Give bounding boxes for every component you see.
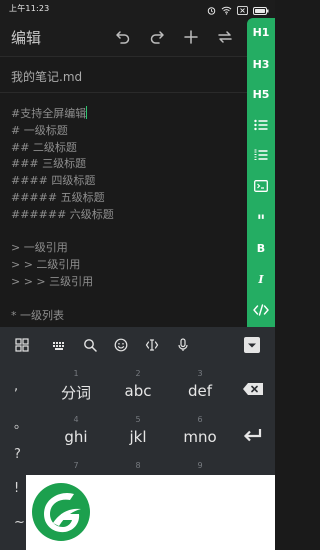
- key-question[interactable]: ?: [14, 447, 21, 462]
- italic-button[interactable]: I: [247, 267, 275, 291]
- quote-icon: ": [256, 210, 266, 230]
- chevron-down-icon: [248, 343, 256, 348]
- editor-line[interactable]: * 一级列表: [11, 308, 243, 325]
- hide-keyboard-button[interactable]: [244, 337, 260, 353]
- key-period[interactable]: 。: [14, 413, 27, 432]
- keyboard-toolbar: [0, 327, 275, 363]
- key-number: 1: [73, 369, 79, 378]
- undo-icon[interactable]: [114, 28, 132, 46]
- key-number: 4: [73, 415, 79, 424]
- terminal-icon: [254, 177, 268, 196]
- app-bar: 编辑: [0, 18, 247, 56]
- editor-line[interactable]: > > 二级引用: [11, 257, 243, 274]
- heading-3-label: H3: [252, 57, 270, 71]
- key-number: 9: [197, 461, 203, 470]
- editor-blank-line[interactable]: [11, 291, 243, 308]
- enter-icon: [243, 429, 262, 442]
- bold-button[interactable]: B: [247, 236, 275, 260]
- add-icon[interactable]: [182, 28, 200, 46]
- status-time: 上午11:23: [9, 4, 50, 13]
- grid-menu-icon[interactable]: [15, 337, 31, 353]
- key-tilde[interactable]: ~: [14, 515, 25, 530]
- unordered-list-button[interactable]: [247, 113, 275, 137]
- heading-5-label: H5: [252, 87, 270, 101]
- heading-5-button[interactable]: H5: [247, 82, 275, 106]
- enter-key[interactable]: [243, 427, 263, 447]
- key-number: 7: [73, 461, 79, 470]
- editor-line-text: #支持全屏编辑: [11, 107, 87, 120]
- key-number: 3: [197, 369, 203, 378]
- code-block-button[interactable]: [247, 174, 275, 198]
- editor-line[interactable]: #### 四级标题: [11, 173, 243, 190]
- heading-1-label: H1: [252, 25, 270, 39]
- keyboard-layout-icon[interactable]: [52, 337, 68, 353]
- ordered-list-button[interactable]: [247, 143, 275, 167]
- document-filename[interactable]: 我的笔记.md: [11, 68, 82, 85]
- cursor-move-icon[interactable]: [145, 337, 161, 353]
- divider: [0, 92, 247, 93]
- key-comma[interactable]: ,: [14, 379, 18, 394]
- markdown-editor[interactable]: #支持全屏编辑 # 一级标题 ## 二级标题 ### 三级标题 #### 四级标…: [11, 106, 243, 324]
- bold-label: B: [256, 241, 266, 255]
- status-bar: 上午11:23: [0, 0, 275, 18]
- editor-line[interactable]: # 一级标题: [11, 123, 243, 140]
- key-def[interactable]: def: [170, 382, 230, 400]
- backspace-icon: [243, 383, 263, 395]
- key-exclamation[interactable]: !: [14, 481, 19, 496]
- key-fenci[interactable]: 分词: [46, 382, 106, 403]
- editor-line[interactable]: > > > 三级引用: [11, 274, 243, 291]
- divider: [0, 56, 247, 57]
- backspace-key[interactable]: [242, 381, 264, 400]
- search-icon[interactable]: [83, 337, 99, 353]
- microphone-icon[interactable]: [176, 337, 192, 353]
- text-cursor: [86, 106, 88, 119]
- italic-label: I: [258, 272, 264, 286]
- editor-line[interactable]: #支持全屏编辑: [11, 106, 243, 123]
- list-numbered-icon: [254, 146, 268, 165]
- code-icon: [253, 301, 269, 320]
- editor-line[interactable]: ###### 六级标题: [11, 207, 243, 224]
- redo-icon[interactable]: [148, 28, 166, 46]
- editor-line[interactable]: > 一级引用: [11, 240, 243, 257]
- editor-line[interactable]: ##### 五级标题: [11, 190, 243, 207]
- key-number: 8: [135, 461, 141, 470]
- emoji-icon[interactable]: [114, 337, 130, 353]
- key-jkl[interactable]: jkl: [108, 428, 168, 446]
- logo-panel: [26, 475, 275, 550]
- app-logo: [32, 483, 90, 541]
- swap-icon[interactable]: [216, 28, 234, 46]
- alarm-icon: [207, 0, 216, 19]
- quote-button[interactable]: ": [247, 205, 275, 230]
- heading-1-button[interactable]: H1: [247, 20, 275, 44]
- key-abc[interactable]: abc: [108, 382, 168, 400]
- editor-blank-line[interactable]: [11, 224, 243, 241]
- inline-code-button[interactable]: [247, 298, 275, 322]
- key-number: 6: [197, 415, 203, 424]
- editor-line[interactable]: ### 三级标题: [11, 156, 243, 173]
- status-icons: [207, 3, 269, 15]
- list-bullet-icon: [254, 116, 268, 135]
- signal-x-icon: [237, 0, 248, 19]
- wifi-icon: [221, 0, 232, 19]
- key-ghi[interactable]: ghi: [46, 428, 106, 446]
- key-number: 2: [135, 369, 141, 378]
- page-title: 编辑: [11, 29, 42, 47]
- editor-line[interactable]: ## 二级标题: [11, 140, 243, 157]
- key-mno[interactable]: mno: [170, 428, 230, 446]
- markdown-toolbar: H1 H3 H5 " B I: [247, 18, 275, 327]
- battery-icon: [253, 0, 269, 19]
- key-number: 5: [135, 415, 141, 424]
- heading-3-button[interactable]: H3: [247, 52, 275, 76]
